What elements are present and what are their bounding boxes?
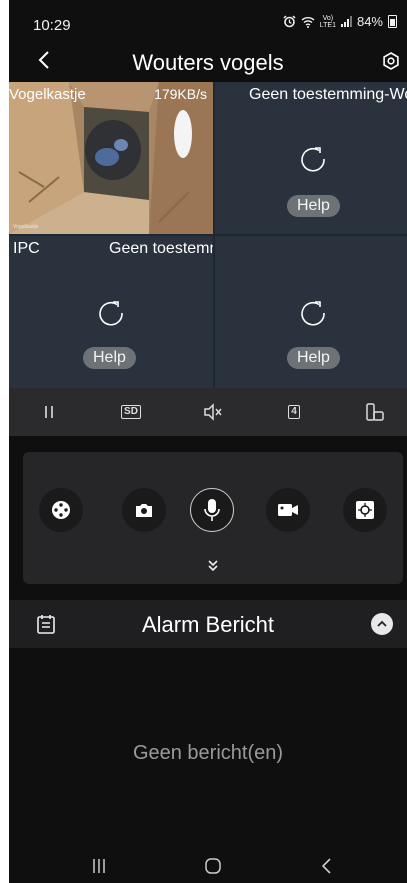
rotate-button[interactable] bbox=[363, 400, 387, 424]
no-permission-label: Geen toestemming-Wouters vogels bbox=[109, 240, 213, 257]
expand-down-icon[interactable] bbox=[205, 558, 221, 574]
page-title: Wouters vogels bbox=[132, 50, 284, 75]
back-nav-icon[interactable] bbox=[317, 856, 337, 876]
network-type: Vo) LTE1 bbox=[319, 14, 336, 29]
system-nav-bar bbox=[9, 846, 407, 883]
no-permission-label: Geen toestemming-Wouters vogels bbox=[249, 86, 407, 103]
reload-icon[interactable] bbox=[298, 298, 328, 328]
microphone-icon bbox=[204, 499, 220, 521]
split-screen-button[interactable]: 4 bbox=[282, 400, 306, 424]
focus-capture-icon bbox=[356, 501, 374, 519]
camera-tile-4[interactable]: Help bbox=[215, 236, 407, 388]
sd-quality-icon: SD bbox=[121, 405, 141, 419]
camera-tile-2[interactable]: Geen toestemming-Wouters vogels Help bbox=[215, 82, 407, 234]
camera-bitrate: 179KB/s bbox=[154, 86, 207, 102]
snapshot-button[interactable] bbox=[122, 488, 166, 532]
alarm-clock-icon bbox=[283, 15, 296, 28]
split-4-icon: 4 bbox=[288, 405, 300, 419]
ptz-button[interactable] bbox=[39, 488, 83, 532]
help-button[interactable]: Help bbox=[287, 195, 340, 217]
camera-feed-image bbox=[9, 82, 213, 234]
battery-percent: 84% bbox=[356, 14, 383, 29]
camera-name: IPC bbox=[13, 240, 40, 257]
alarm-title: Alarm Bericht bbox=[141, 612, 275, 637]
mute-icon bbox=[204, 403, 222, 421]
home-icon[interactable] bbox=[203, 856, 223, 876]
camera-grid: Vogelkastje 179KB/s Vogelkastje Geen toe… bbox=[9, 82, 407, 388]
pause-button[interactable] bbox=[37, 400, 61, 424]
title-bar: Wouters vogels bbox=[9, 42, 407, 82]
camera-name: Vogelkastje bbox=[9, 86, 86, 103]
camera-watermark: Vogelkastje bbox=[13, 224, 39, 230]
mute-button[interactable] bbox=[201, 400, 225, 424]
snapshot-icon bbox=[136, 504, 152, 517]
wifi-icon bbox=[301, 16, 315, 28]
focus-capture-button[interactable] bbox=[343, 488, 387, 532]
collapse-button[interactable] bbox=[371, 613, 393, 635]
battery-icon bbox=[388, 15, 397, 28]
gear-icon[interactable] bbox=[381, 51, 401, 71]
app-screen: 10:29 Vo) LTE1 84% Wouters vogels Vogelk… bbox=[9, 0, 407, 883]
device-rotate-icon bbox=[366, 403, 384, 421]
ptz-control-icon bbox=[52, 501, 70, 519]
help-button[interactable]: Help bbox=[287, 347, 340, 369]
signal-icon bbox=[340, 16, 352, 27]
help-button[interactable]: Help bbox=[83, 347, 136, 369]
status-icons: Vo) LTE1 84% bbox=[283, 14, 397, 29]
pause-icon bbox=[45, 406, 53, 418]
quality-button[interactable]: SD bbox=[119, 400, 143, 424]
record-button[interactable] bbox=[266, 488, 310, 532]
recent-apps-icon[interactable] bbox=[89, 856, 109, 876]
record-icon bbox=[278, 504, 298, 516]
camera-tile-3[interactable]: IPC Geen toestemming-Wouters vogels Help bbox=[9, 236, 213, 388]
control-panel bbox=[23, 452, 403, 584]
status-time: 10:29 bbox=[33, 17, 71, 34]
empty-message: Geen bericht(en) bbox=[132, 742, 284, 764]
talk-button[interactable] bbox=[190, 488, 234, 532]
reload-icon[interactable] bbox=[96, 298, 126, 328]
alarm-header: Alarm Bericht bbox=[9, 600, 407, 648]
chevron-up-icon bbox=[377, 620, 387, 627]
player-toolbar: SD 4 bbox=[9, 388, 407, 436]
reload-icon[interactable] bbox=[298, 144, 328, 174]
camera-tile-vogelkastje[interactable]: Vogelkastje 179KB/s Vogelkastje bbox=[9, 82, 213, 234]
status-bar: 10:29 Vo) LTE1 84% bbox=[9, 0, 407, 40]
